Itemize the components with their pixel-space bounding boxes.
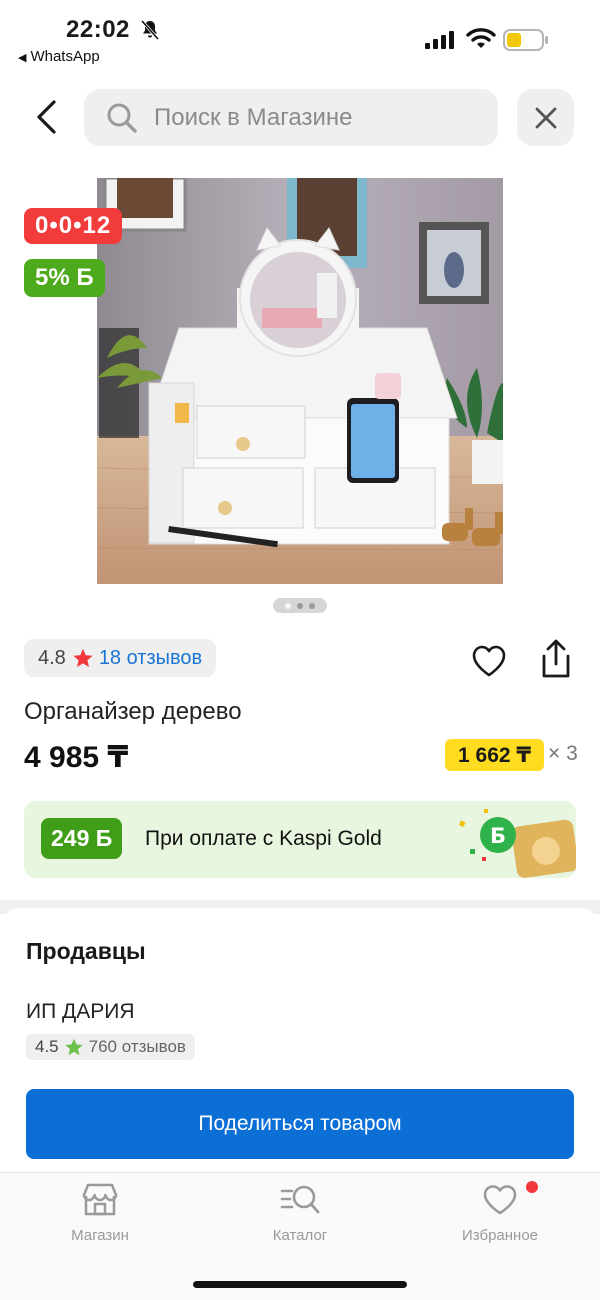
status-time: 22:02	[66, 16, 130, 43]
seller-name[interactable]: ИП ДАРИЯ	[26, 1000, 135, 1024]
share-product-button[interactable]: Поделиться товаром	[26, 1089, 574, 1159]
heart-icon	[483, 1185, 517, 1215]
cellular-signal-icon	[425, 31, 454, 49]
share-icon[interactable]	[536, 638, 576, 680]
reviews-link[interactable]: 18 отзывов	[99, 647, 202, 670]
home-indicator	[193, 1281, 407, 1288]
svg-text:Б: Б	[490, 824, 506, 848]
nav-shop-label: Магазин	[71, 1227, 129, 1244]
product-image[interactable]	[97, 178, 503, 584]
carousel-dot-2[interactable]	[297, 602, 303, 609]
image-carousel-dots[interactable]	[273, 598, 327, 613]
timer-badge: 0•0•12	[24, 208, 123, 244]
kaspi-bonus-badge: 249 Б	[41, 818, 123, 859]
bell-off-icon	[140, 20, 160, 40]
wifi-icon	[466, 28, 496, 48]
kaspi-gold-banner[interactable]: 249 Б При оплате с Kaspi Gold Б	[24, 801, 576, 878]
chevron-left-icon	[37, 100, 56, 134]
installment-price-badge[interactable]: 1 662 ₸	[445, 739, 544, 771]
nav-catalog[interactable]: Каталог	[230, 1183, 370, 1244]
installment-multiplier: × 3	[548, 742, 578, 765]
heart-icon[interactable]	[470, 642, 508, 680]
close-button[interactable]	[517, 89, 574, 146]
nav-shop[interactable]: Магазин	[30, 1183, 170, 1244]
seller-reviews: 760 отзывов	[88, 1037, 186, 1056]
carousel-dot-1[interactable]	[285, 602, 291, 609]
notification-dot	[526, 1181, 538, 1193]
catalog-search-icon	[280, 1185, 320, 1214]
kaspi-gold-card-illustration: Б	[458, 809, 576, 878]
close-icon	[535, 107, 556, 128]
status-bar: 22:02 ◀ WhatsApp	[0, 0, 600, 72]
shop-icon	[82, 1183, 118, 1216]
seller-rating-value: 4.5	[35, 1037, 59, 1056]
seller-rating-chip[interactable]: 4.5 760 отзывов	[26, 1034, 195, 1060]
rating-chip[interactable]: 4.8 18 отзывов	[24, 639, 217, 677]
star-icon	[64, 1038, 83, 1056]
search-input[interactable]: Поиск в Магазине	[84, 89, 498, 146]
nav-favorites[interactable]: Избранное	[430, 1183, 570, 1244]
back-button[interactable]	[24, 92, 68, 142]
carousel-dot-3[interactable]	[309, 602, 315, 609]
sellers-title: Продавцы	[26, 938, 146, 964]
product-price: 4 985 ₸	[24, 741, 129, 774]
bonus-badge: 5% Б	[24, 259, 105, 297]
product-title: Органайзер дерево	[24, 698, 242, 725]
rating-value: 4.8	[38, 646, 66, 669]
product-photo	[97, 178, 503, 584]
search-icon	[107, 103, 137, 133]
star-icon	[73, 648, 93, 667]
nav-favorites-label: Избранное	[461, 1227, 539, 1244]
back-to-app-link[interactable]: ◀ WhatsApp	[18, 48, 100, 65]
back-triangle-icon: ◀	[18, 52, 27, 64]
kaspi-banner-text: При оплате с Kaspi Gold	[145, 827, 382, 850]
search-placeholder: Поиск в Магазине	[154, 104, 353, 131]
nav-catalog-label: Каталог	[272, 1227, 328, 1244]
battery-icon	[503, 29, 548, 51]
back-app-label: WhatsApp	[30, 48, 100, 65]
